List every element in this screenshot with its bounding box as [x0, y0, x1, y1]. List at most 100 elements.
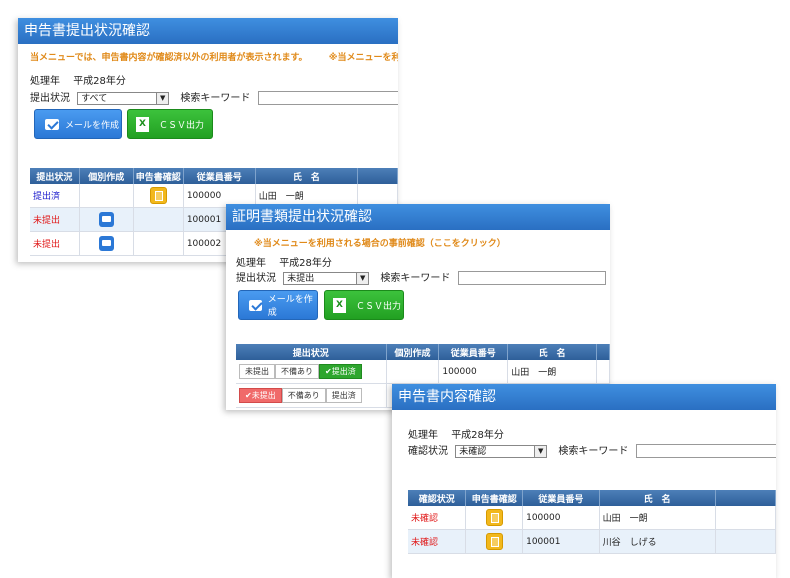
table-row[interactable]: 未提出 不備あり ✔提出済 100000 山田 一朗	[236, 360, 610, 384]
window-form-content-check: 申告書内容確認 処理年 平成28年分 確認状況 未確認 ▼ 検索キーワード 確認…	[392, 384, 776, 578]
keyword-input[interactable]	[635, 444, 776, 458]
col-header-name: 氏 名	[599, 490, 716, 506]
window-title: 申告書内容確認	[392, 384, 776, 410]
col-header-emp-no: 従業員番号	[438, 344, 509, 360]
col-header-emp-no: 従業員番号	[183, 168, 256, 184]
individual-cell	[79, 184, 134, 208]
document-icon[interactable]	[485, 533, 503, 550]
col-header-status: 提出状況	[30, 168, 80, 184]
year-label: 処理年	[30, 76, 60, 87]
create-mail-button[interactable]: メールを作成	[238, 290, 318, 320]
year-row: 処理年 平成28年分	[30, 72, 126, 87]
keyword-input[interactable]	[257, 91, 398, 105]
document-icon[interactable]	[149, 187, 167, 204]
year-label: 処理年	[236, 258, 266, 269]
emp-no-cell: 100000	[438, 360, 509, 384]
window-title: 証明書類提出状況確認	[226, 204, 610, 230]
segment-not-submitted[interactable]: ✔未提出	[239, 388, 282, 403]
status-select[interactable]: すべて ▼	[77, 91, 170, 105]
segment-submitted[interactable]: ✔提出済	[319, 364, 362, 379]
segment-deficient[interactable]: 不備あり	[275, 364, 319, 379]
status-segments: 未提出 不備あり ✔提出済	[236, 360, 387, 384]
filter-row: 確認状況 未確認 ▼ 検索キーワード	[408, 442, 776, 458]
status-select-value: 未確認	[459, 446, 487, 457]
chevron-down-icon: ▼	[356, 272, 369, 284]
window-certificate-status: 証明書類提出状況確認 ※当メニューを利用される場合の事前確認（ここをクリック） …	[226, 204, 610, 410]
segment-deficient[interactable]: 不備あり	[281, 388, 326, 403]
keyword-label: 検索キーワード	[558, 446, 629, 457]
col-header-extra	[715, 490, 776, 506]
notice-link[interactable]: ※当メニューを利用さ	[329, 53, 398, 63]
table-row[interactable]: 未確認 100001 川谷 しげる	[408, 529, 776, 554]
document-icon[interactable]	[485, 509, 503, 526]
status-label: 提出状況	[30, 93, 70, 104]
status-cell: 提出済	[30, 184, 80, 208]
segment-submitted[interactable]: 提出済	[325, 388, 362, 403]
employee-table: 確認状況 申告書確認 従業員番号 氏 名 未確認 100000 山田 一朗 未確…	[408, 490, 776, 554]
col-header-check-status: 確認状況	[408, 490, 467, 506]
col-header-individual: 個別作成	[79, 168, 134, 184]
form-check-cell	[133, 231, 184, 256]
status-select[interactable]: 未提出 ▼	[283, 271, 370, 285]
col-header-emp-no: 従業員番号	[522, 490, 600, 506]
col-header-extra	[357, 168, 398, 184]
status-label: 確認状況	[408, 446, 448, 457]
status-cell: 未提出	[30, 207, 80, 232]
segment-not-submitted[interactable]: 未提出	[239, 364, 275, 379]
form-check-cell	[133, 207, 184, 232]
filter-row: 提出状況 すべて ▼ 検索キーワード	[30, 89, 398, 105]
csv-export-button[interactable]: X ＣＳＶ出力	[127, 109, 213, 139]
emp-no-cell: 100000	[522, 506, 600, 530]
csv-export-label: ＣＳＶ出力	[159, 120, 205, 131]
keyword-label: 検索キーワード	[180, 93, 251, 104]
extra-cell	[715, 506, 776, 530]
name-cell: 山田 一朗	[599, 506, 716, 530]
check-icon: ✔	[245, 391, 252, 400]
form-check-cell	[133, 184, 184, 208]
check-status-cell: 未確認	[408, 506, 467, 530]
csv-export-button[interactable]: X ＣＳＶ出力	[324, 290, 404, 320]
window-title: 申告書提出状況確認	[18, 18, 398, 44]
status-cell: 未提出	[30, 231, 80, 256]
csv-export-label: ＣＳＶ出力	[356, 301, 402, 312]
year-value: 平成28年分	[451, 430, 504, 441]
excel-icon: X	[333, 297, 346, 313]
check-status-cell: 未確認	[408, 529, 467, 554]
individual-cell	[79, 231, 134, 256]
create-mail-button[interactable]: メールを作成	[34, 109, 122, 139]
filter-row: 提出状況 未提出 ▼ 検索キーワード 検	[236, 269, 610, 286]
extra-cell	[596, 360, 610, 384]
individual-cell	[79, 207, 134, 232]
year-value: 平成28年分	[279, 258, 332, 269]
status-select[interactable]: 未確認 ▼	[455, 444, 548, 458]
status-select-value: すべて	[81, 93, 108, 104]
chevron-down-icon: ▼	[156, 92, 169, 104]
col-header-individual: 個別作成	[386, 344, 440, 360]
status-select-value: 未提出	[287, 273, 315, 284]
segment-submitted-label: 提出済	[331, 367, 356, 376]
col-header-status: 提出状況	[236, 344, 387, 360]
mail-icon	[45, 118, 59, 130]
status-segments: ✔未提出 不備あり 提出済	[236, 383, 387, 408]
name-cell: 山田 一朗	[507, 360, 597, 384]
excel-icon: X	[136, 116, 149, 132]
notice-main: 当メニューでは、申告書内容が確認済以外の利用者が表示されます。	[30, 53, 308, 63]
create-mail-label: メールを作成	[267, 295, 313, 318]
col-header-form-check: 申告書確認	[133, 168, 184, 184]
form-check-cell	[465, 529, 524, 554]
year-row: 処理年 平成28年分	[408, 426, 504, 441]
create-mail-label: メールを作成	[65, 120, 120, 131]
year-row: 処理年 平成28年分	[236, 254, 332, 269]
table-row[interactable]: 未確認 100000 山田 一朗	[408, 506, 776, 530]
name-cell: 川谷 しげる	[599, 529, 716, 554]
keyword-label: 検索キーワード	[380, 273, 451, 284]
mail-icon[interactable]	[98, 212, 114, 227]
col-header-name: 氏 名	[255, 168, 359, 184]
notice-link[interactable]: ※当メニューを利用される場合の事前確認（ここをクリック）	[254, 236, 506, 249]
individual-cell	[386, 360, 440, 384]
form-check-cell	[465, 506, 524, 530]
mail-icon	[249, 299, 262, 311]
mail-icon[interactable]	[98, 236, 114, 251]
keyword-input[interactable]	[457, 271, 606, 285]
col-header-form-check: 申告書確認	[465, 490, 524, 506]
